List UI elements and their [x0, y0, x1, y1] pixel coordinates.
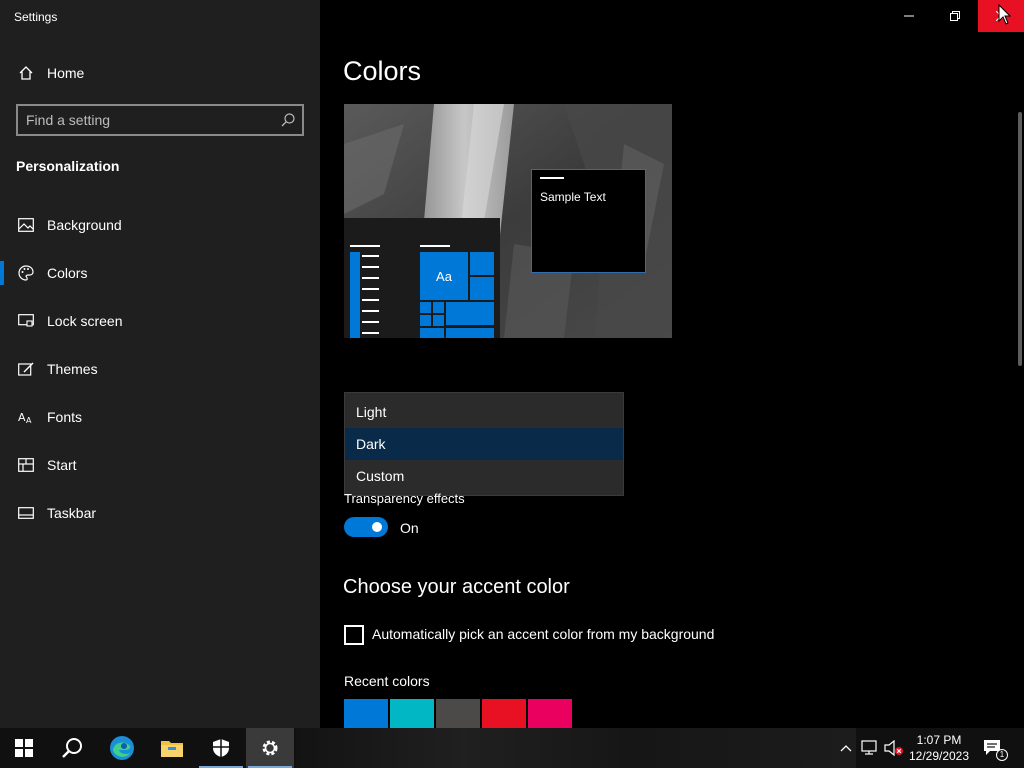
sidebar-item-colors[interactable]: Colors — [0, 251, 320, 295]
image-icon — [17, 216, 35, 234]
recent-colors-label: Recent colors — [344, 673, 430, 689]
search-button[interactable] — [48, 728, 96, 768]
search-icon — [62, 738, 82, 758]
start-button[interactable] — [0, 728, 48, 768]
preview-sample-window: Sample Text — [531, 169, 646, 273]
clock-time: 1:07 PM — [916, 733, 962, 747]
preview-sample-text: Sample Text — [540, 190, 606, 204]
notification-count-badge: 1 — [996, 749, 1008, 761]
search-box[interactable] — [16, 104, 304, 136]
sidebar-item-home[interactable]: Home — [0, 51, 320, 95]
action-center-button[interactable]: 1 — [982, 738, 1008, 761]
minimize-button[interactable] — [886, 0, 932, 32]
taskbar-wallpaper-strip — [296, 728, 856, 768]
network-icon — [861, 740, 877, 755]
sidebar-item-background[interactable]: Background — [0, 203, 320, 247]
theme-preview: Aa Sample Text — [344, 104, 672, 338]
scrollbar[interactable] — [1018, 112, 1022, 366]
edge-button[interactable] — [98, 728, 146, 768]
volume-muted-icon — [884, 740, 903, 756]
shield-icon — [213, 739, 229, 757]
sidebar-item-label: Fonts — [47, 409, 83, 425]
settings-button[interactable] — [246, 728, 294, 768]
sidebar-item-label: Home — [47, 65, 85, 81]
sidebar-item-label: Taskbar — [47, 505, 97, 521]
sidebar-item-taskbar[interactable]: Taskbar — [0, 491, 320, 535]
search-icon[interactable] — [280, 112, 296, 128]
dropdown-option-dark[interactable]: Dark — [345, 428, 623, 460]
sidebar-item-label: Lock screen — [47, 313, 123, 329]
color-mode-dropdown[interactable]: Light Dark Custom — [344, 392, 624, 496]
start-icon — [17, 456, 35, 474]
restore-button[interactable] — [932, 0, 978, 32]
sidebar-item-label: Background — [47, 217, 122, 233]
sidebar-item-label: Colors — [47, 265, 88, 281]
sidebar-item-lock-screen[interactable]: Lock screen — [0, 299, 320, 343]
taskbar-clock[interactable]: 1:07 PM 12/29/2023 — [904, 732, 974, 764]
mouse-cursor-icon — [998, 4, 1012, 25]
transparency-label: Transparency effects — [344, 491, 465, 506]
color-swatch[interactable] — [436, 699, 480, 728]
palette-icon — [17, 264, 35, 282]
preview-tiles: Aa — [420, 252, 494, 338]
folder-icon — [161, 741, 183, 757]
svg-text:A: A — [26, 416, 32, 424]
network-button[interactable] — [860, 738, 880, 758]
gear-icon — [262, 740, 278, 756]
sidebar-item-label: Start — [47, 457, 77, 473]
sidebar-item-label: Themes — [47, 361, 98, 377]
windows-logo-icon — [15, 739, 33, 757]
show-hidden-icons-button[interactable] — [836, 738, 856, 758]
page-title: Colors — [343, 56, 422, 86]
toggle-knob — [372, 522, 382, 532]
fonts-icon: AA — [17, 408, 35, 426]
transparency-state: On — [400, 520, 419, 536]
auto-accent-checkbox[interactable] — [344, 625, 364, 645]
color-swatch[interactable] — [482, 699, 526, 728]
taskbar-icon — [17, 504, 35, 522]
preview-tile-text: Aa — [420, 252, 468, 300]
sidebar-item-fonts[interactable]: AA Fonts — [0, 395, 320, 439]
clock-date: 12/29/2023 — [908, 749, 970, 763]
lock-screen-icon — [17, 312, 35, 330]
sidebar-item-start[interactable]: Start — [0, 443, 320, 487]
accent-section-title: Choose your accent color — [343, 576, 570, 598]
recent-colors — [344, 699, 572, 728]
sidebar: Settings Home Personalization Background… — [0, 0, 320, 728]
color-swatch[interactable] — [344, 699, 388, 728]
edge-icon — [110, 736, 134, 760]
transparency-toggle[interactable] — [344, 517, 388, 537]
color-swatch[interactable] — [390, 699, 434, 728]
section-header: Personalization — [16, 158, 120, 174]
auto-accent-label[interactable]: Automatically pick an accent color from … — [372, 626, 714, 642]
chevron-up-icon — [840, 745, 852, 752]
restore-icon — [950, 11, 960, 21]
minimize-icon — [904, 15, 914, 17]
sidebar-item-themes[interactable]: Themes — [0, 347, 320, 391]
color-swatch[interactable] — [528, 699, 572, 728]
file-explorer-button[interactable] — [148, 728, 196, 768]
themes-icon — [17, 360, 35, 378]
taskbar: 1:07 PM 12/29/2023 1 — [0, 728, 1024, 768]
dropdown-option-light[interactable]: Light — [345, 396, 623, 428]
search-input[interactable] — [26, 111, 272, 129]
preview-start-menu: Aa — [344, 218, 500, 338]
security-button[interactable] — [197, 728, 245, 768]
volume-button[interactable] — [884, 738, 904, 758]
home-icon — [17, 64, 35, 82]
dropdown-option-custom[interactable]: Custom — [345, 460, 623, 492]
window-title: Settings — [14, 10, 58, 24]
svg-text:A: A — [18, 411, 26, 424]
